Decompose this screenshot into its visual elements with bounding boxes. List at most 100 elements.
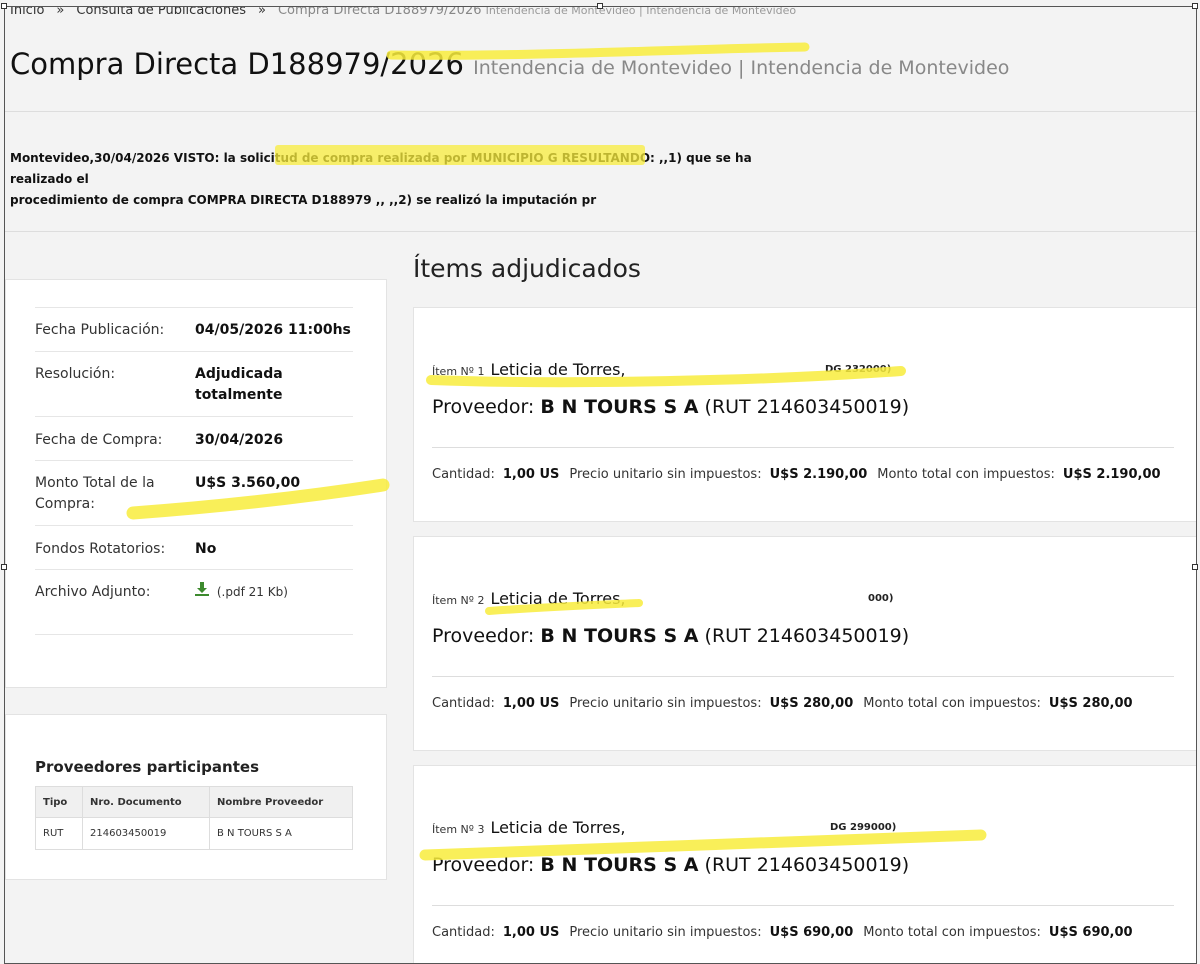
- breadcrumb-home-link[interactable]: Inicio: [10, 7, 44, 18]
- info-row-archivo-adjunto: Archivo Adjunto: (.pdf 21 Kb): [35, 569, 353, 635]
- monto-value: U$S 690,00: [1048, 925, 1133, 940]
- precio-label: Precio unitario sin impuestos:: [569, 467, 762, 482]
- fondos-rotatorios-label: Fondos Rotatorios:: [35, 541, 166, 557]
- monto-total-value: U$S 3.560,00: [195, 475, 301, 491]
- precio-label: Precio unitario sin impuestos:: [569, 696, 762, 711]
- page-title: Compra Directa D188979/2026: [10, 47, 464, 81]
- download-icon[interactable]: [195, 582, 214, 600]
- monto-value: U$S 280,00: [1048, 696, 1133, 711]
- breadcrumb-separator: »: [258, 6, 266, 18]
- purchase-info-table: Fecha Publicación: 04/05/2026 11:00hs Re…: [35, 307, 353, 635]
- monto-label: Monto total con impuestos:: [877, 467, 1055, 482]
- archivo-adjunto-size[interactable]: (.pdf 21 Kb): [217, 585, 288, 599]
- item-title-tail: DG 299000): [830, 822, 897, 833]
- page-subtitle: Intendencia de Montevideo | Intendencia …: [473, 57, 1010, 79]
- info-row-fondos-rotatorios: Fondos Rotatorios: No: [35, 525, 353, 569]
- proveedores-table: Tipo Nro. Documento Nombre Proveedor RUT…: [35, 786, 353, 850]
- item-number: Ítem Nº 3 Leticia de Torres,: [432, 818, 626, 837]
- monto-value: U$S 2.190,00: [1062, 467, 1161, 482]
- item-provider: Proveedor: B N TOURS S A (RUT 2146034500…: [432, 625, 909, 647]
- item-number: Ítem Nº 1 Leticia de Torres,: [432, 360, 626, 379]
- monto-label: Monto total con impuestos:: [863, 696, 1041, 711]
- fecha-compra-value: 30/04/2026: [195, 432, 284, 448]
- provider-rut: (RUT 214603450019): [704, 854, 910, 876]
- item-number: Ítem Nº 2 Leticia de Torres,: [432, 589, 626, 608]
- item-provider: Proveedor: B N TOURS S A (RUT 2146034500…: [432, 396, 909, 418]
- provider-name: B N TOURS S A: [540, 854, 699, 876]
- precio-value: U$S 690,00: [769, 925, 854, 940]
- fondos-rotatorios-value: No: [195, 541, 217, 557]
- monto-total-label: Monto Total de la Compra:: [35, 475, 155, 512]
- cantidad-value: 1,00 US: [502, 467, 560, 482]
- precio-label: Precio unitario sin impuestos:: [569, 925, 762, 940]
- column-header-nombre-proveedor: Nombre Proveedor: [209, 786, 353, 818]
- breadcrumb-section-link[interactable]: Consulta de Publicaciones: [76, 7, 246, 18]
- description-line-1: Montevideo,30/04/2026 VISTO: la solicitu…: [10, 151, 752, 186]
- item-title-tail: DG 232000): [825, 364, 892, 375]
- item-title[interactable]: Leticia de Torres,: [490, 360, 625, 379]
- item-number-label: Ítem Nº 3: [432, 823, 485, 836]
- content-divider: [5, 231, 1196, 232]
- breadcrumb: Inicio » Consulta de Publicaciones » Compra …: [10, 6, 797, 18]
- fecha-publicacion-value: 04/05/2026 11:00hs: [195, 322, 351, 338]
- item-title-tail: 000): [868, 593, 894, 604]
- item-divider: [432, 905, 1174, 906]
- cantidad-label: Cantidad:: [432, 696, 495, 711]
- resolucion-label: Resolución:: [35, 366, 116, 382]
- cantidad-label: Cantidad:: [432, 925, 495, 940]
- item-card-1: Ítem Nº 1 Leticia de Torres, DG 232000) P…: [413, 307, 1196, 522]
- header-divider: [5, 111, 1196, 112]
- table-row: RUT 214603450019 B N TOURS S A: [35, 817, 353, 850]
- provider-rut: (RUT 214603450019): [704, 396, 910, 418]
- description-line-2: procedimiento de compra COMPRA DIRECTA D…: [10, 193, 597, 207]
- cantidad-value: 1,00 US: [502, 925, 560, 940]
- selection-handle-left-middle[interactable]: [1, 564, 7, 570]
- item-card-3: Ítem Nº 3 Leticia de Torres, DG 299000) P…: [413, 765, 1196, 963]
- page-title-row: Compra Directa D188979/2026 Intendencia …: [10, 47, 1009, 81]
- column-header-nro-documento: Nro. Documento: [82, 786, 210, 818]
- selection-handle-right-middle[interactable]: [1192, 564, 1198, 570]
- selection-handle-top-right[interactable]: [1192, 3, 1198, 9]
- breadcrumb-separator: »: [56, 6, 65, 18]
- proveedores-title: Proveedores participantes: [35, 758, 259, 776]
- provider-name: B N TOURS S A: [540, 625, 699, 647]
- purchase-info-card: Fecha Publicación: 04/05/2026 11:00hs Re…: [5, 279, 387, 688]
- item-number-label: Ítem Nº 1: [432, 365, 485, 378]
- item-title[interactable]: Leticia de Torres,: [490, 818, 625, 837]
- archivo-adjunto-label: Archivo Adjunto:: [35, 584, 151, 600]
- breadcrumb-current: Compra Directa D188979/2026: [277, 6, 482, 18]
- selection-handle-top-middle[interactable]: [597, 3, 603, 9]
- cell-nro-documento: 214603450019: [82, 817, 210, 850]
- provider-name: B N TOURS S A: [540, 396, 699, 418]
- column-header-tipo: Tipo: [35, 786, 83, 818]
- cantidad-value: 1,00 US: [502, 696, 560, 711]
- item-number-label: Ítem Nº 2: [432, 594, 485, 607]
- provider-label: Proveedor:: [432, 625, 535, 647]
- item-card-2: Ítem Nº 2 Leticia de Torres, 000) Proveed…: [413, 536, 1196, 751]
- info-row-resolucion: Resolución: Adjudicada totalmente: [35, 351, 353, 416]
- monto-label: Monto total con impuestos:: [863, 925, 1041, 940]
- selection-handle-top-left[interactable]: [1, 3, 7, 9]
- info-row-fecha-compra: Fecha de Compra: 30/04/2026: [35, 416, 353, 460]
- item-title[interactable]: Leticia de Torres,: [490, 589, 625, 608]
- archivo-adjunto-link[interactable]: (.pdf 21 Kb): [195, 582, 353, 634]
- fecha-compra-label: Fecha de Compra:: [35, 432, 163, 448]
- fecha-publicacion-label: Fecha Publicación:: [35, 322, 165, 338]
- resolucion-value: Adjudicada totalmente: [195, 366, 283, 403]
- item-amounts: Cantidad: 1,00 US Precio unitario sin impu…: [432, 467, 1171, 482]
- cantidad-label: Cantidad:: [432, 467, 495, 482]
- items-title: Ítems adjudicados: [413, 254, 641, 283]
- precio-value: U$S 280,00: [769, 696, 854, 711]
- page-frame: Inicio » Consulta de Publicaciones » Compra …: [4, 6, 1197, 964]
- item-amounts: Cantidad: 1,00 US Precio unitario sin impu…: [432, 696, 1143, 711]
- cell-tipo: RUT: [35, 817, 83, 850]
- info-row-fecha-publicacion: Fecha Publicación: 04/05/2026 11:00hs: [35, 307, 353, 351]
- item-divider: [432, 676, 1174, 677]
- provider-label: Proveedor:: [432, 396, 535, 418]
- purchase-description: Montevideo,30/04/2026 VISTO: la solicitu…: [10, 148, 770, 211]
- item-provider: Proveedor: B N TOURS S A (RUT 2146034500…: [432, 854, 909, 876]
- precio-value: U$S 2.190,00: [769, 467, 868, 482]
- cell-nombre-proveedor: B N TOURS S A: [209, 817, 353, 850]
- breadcrumb-current-sub: Intendencia de Montevideo | Intendencia …: [485, 6, 797, 17]
- item-divider: [432, 447, 1174, 448]
